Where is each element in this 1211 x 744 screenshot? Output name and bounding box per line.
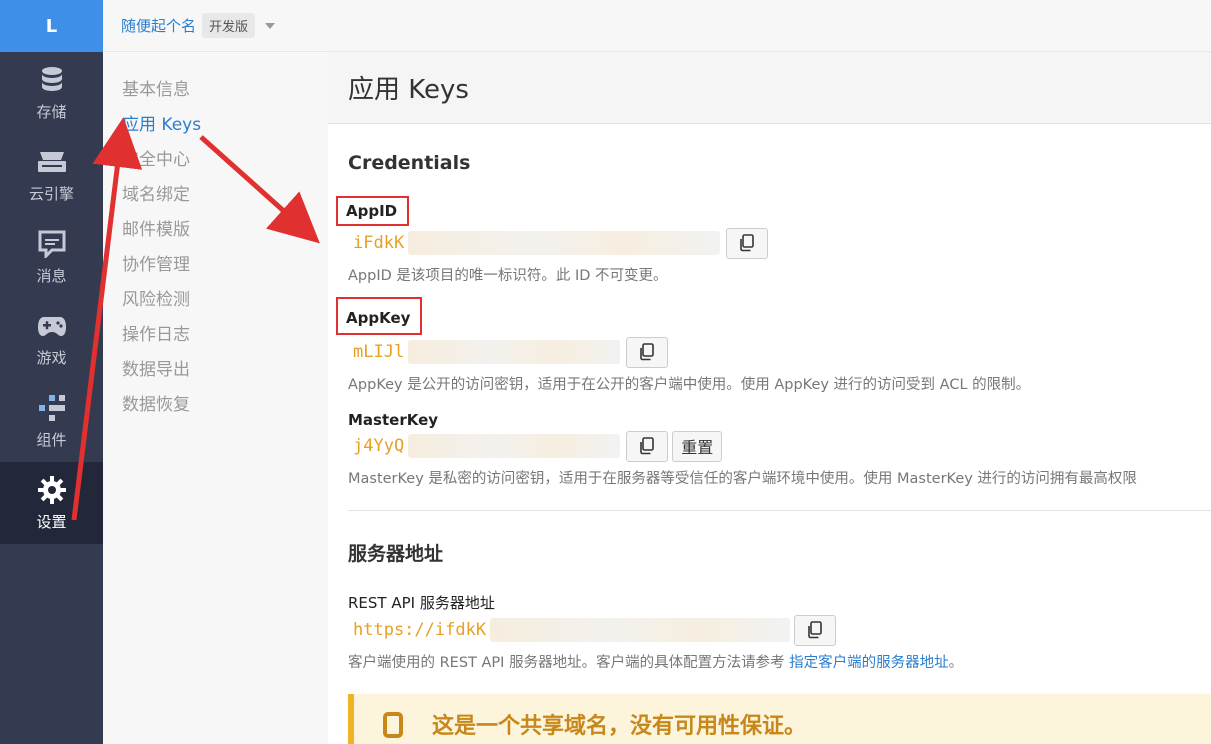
redacted-appkey — [408, 340, 621, 364]
sidebar-item-label: 游戏 — [36, 348, 67, 367]
redacted-rest-api — [490, 618, 791, 642]
sidebar-item-settings[interactable]: 设置 — [0, 462, 103, 544]
app-logo[interactable]: L — [0, 0, 103, 52]
appid-help: AppID 是该项目的唯一标识符。此 ID 不可变更。 — [348, 268, 668, 284]
database-icon — [37, 65, 67, 95]
chevron-down-icon[interactable] — [265, 22, 276, 29]
subnav-item-operation-log[interactable]: 操作日志 — [103, 315, 328, 350]
appid-label: AppID — [336, 196, 410, 226]
main-content: 应用 Keys Credentials AppID iFdkK AppID 是该… — [328, 52, 1211, 744]
subnav-item-data-export[interactable]: 数据导出 — [103, 350, 328, 385]
credentials-title: Credentials — [348, 152, 471, 174]
copy-appid-button[interactable] — [726, 227, 769, 259]
sidebar-item-label: 设置 — [36, 512, 67, 531]
appkey-value[interactable]: mLIJl — [348, 342, 404, 362]
main-sidebar: L 存储 云引擎 消息 游戏 组件 设置 — [0, 0, 103, 744]
rest-api-help: 客户端使用的 REST API 服务器地址。客户端的具体配置方法请参考 指定客户… — [348, 651, 1211, 672]
top-bar: 随便起个名 开发版 — [103, 0, 1211, 52]
sidebar-item-storage[interactable]: 存储 — [0, 52, 103, 134]
server-title: 服务器地址 — [348, 543, 444, 565]
redacted-masterkey — [408, 434, 621, 458]
app-name[interactable]: 随便起个名 — [121, 15, 196, 36]
gear-icon — [37, 475, 67, 505]
copy-masterkey-button[interactable] — [626, 430, 669, 462]
appkey-help: AppKey 是公开的访问密钥，适用于在公开的客户端中使用。使用 AppKey … — [348, 377, 1031, 393]
subnav-item-security[interactable]: 安全中心 — [103, 140, 328, 175]
masterkey-help: MasterKey 是私密的访问密钥，适用于在服务器等受信任的客户端环境中使用。… — [348, 471, 1137, 487]
rest-api-help-suffix: 。 — [948, 655, 964, 671]
warning-text: 这是一个共享域名，没有可用性保证。 — [432, 714, 807, 739]
cloud-engine-icon — [37, 147, 67, 177]
masterkey-value[interactable]: j4YyQ — [348, 436, 404, 456]
rest-api-label: REST API 服务器地址 — [348, 594, 495, 612]
copy-icon — [640, 343, 654, 361]
sidebar-item-message[interactable]: 消息 — [0, 216, 103, 298]
subnav-item-domain-binding[interactable]: 域名绑定 — [103, 175, 328, 210]
subnav-item-risk-detection[interactable]: 风险检测 — [103, 280, 328, 315]
server-config-link[interactable]: 指定客户端的服务器地址 — [789, 655, 949, 671]
sidebar-item-label: 云引擎 — [28, 184, 74, 203]
sidebar-item-game[interactable]: 游戏 — [0, 298, 103, 380]
components-icon — [37, 393, 67, 423]
masterkey-label: MasterKey — [348, 411, 439, 429]
sidebar-item-components[interactable]: 组件 — [0, 380, 103, 462]
sidebar-item-label: 组件 — [36, 430, 67, 449]
rest-api-help-text: 客户端使用的 REST API 服务器地址。客户端的具体配置方法请参考 — [348, 655, 790, 671]
page-header: 应用 Keys — [328, 52, 1211, 124]
copy-rest-api-button[interactable] — [794, 614, 837, 646]
appid-value[interactable]: iFdkK — [348, 233, 404, 253]
copy-icon — [740, 234, 754, 252]
subnav-item-basic-info[interactable]: 基本信息 — [103, 70, 328, 105]
rest-api-value[interactable]: https://ifdkK — [348, 620, 486, 640]
subnav-item-app-keys[interactable]: 应用 Keys — [103, 105, 328, 140]
subnav-item-email-templates[interactable]: 邮件模版 — [103, 210, 328, 245]
settings-subnav: 基本信息 应用 Keys 安全中心 域名绑定 邮件模版 协作管理 风险检测 操作… — [103, 52, 328, 744]
section-divider — [348, 510, 1211, 511]
warning-icon — [383, 712, 403, 738]
message-icon — [37, 229, 67, 259]
redacted-appid — [408, 231, 721, 255]
page-title: 应用 Keys — [348, 75, 469, 105]
sidebar-item-label: 消息 — [36, 266, 67, 285]
gamepad-icon — [37, 311, 67, 341]
sidebar-item-cloud-engine[interactable]: 云引擎 — [0, 134, 103, 216]
copy-icon — [640, 437, 654, 455]
copy-appkey-button[interactable] — [626, 336, 669, 368]
appkey-label: AppKey — [336, 297, 423, 335]
shared-domain-warning: 这是一个共享域名，没有可用性保证。 — [348, 694, 1211, 744]
sidebar-item-label: 存储 — [36, 102, 67, 121]
environment-badge: 开发版 — [202, 13, 256, 38]
subnav-item-data-recovery[interactable]: 数据恢复 — [103, 385, 328, 420]
reset-masterkey-button[interactable]: 重置 — [672, 430, 723, 462]
copy-icon — [808, 621, 822, 639]
subnav-item-collaboration[interactable]: 协作管理 — [103, 245, 328, 280]
